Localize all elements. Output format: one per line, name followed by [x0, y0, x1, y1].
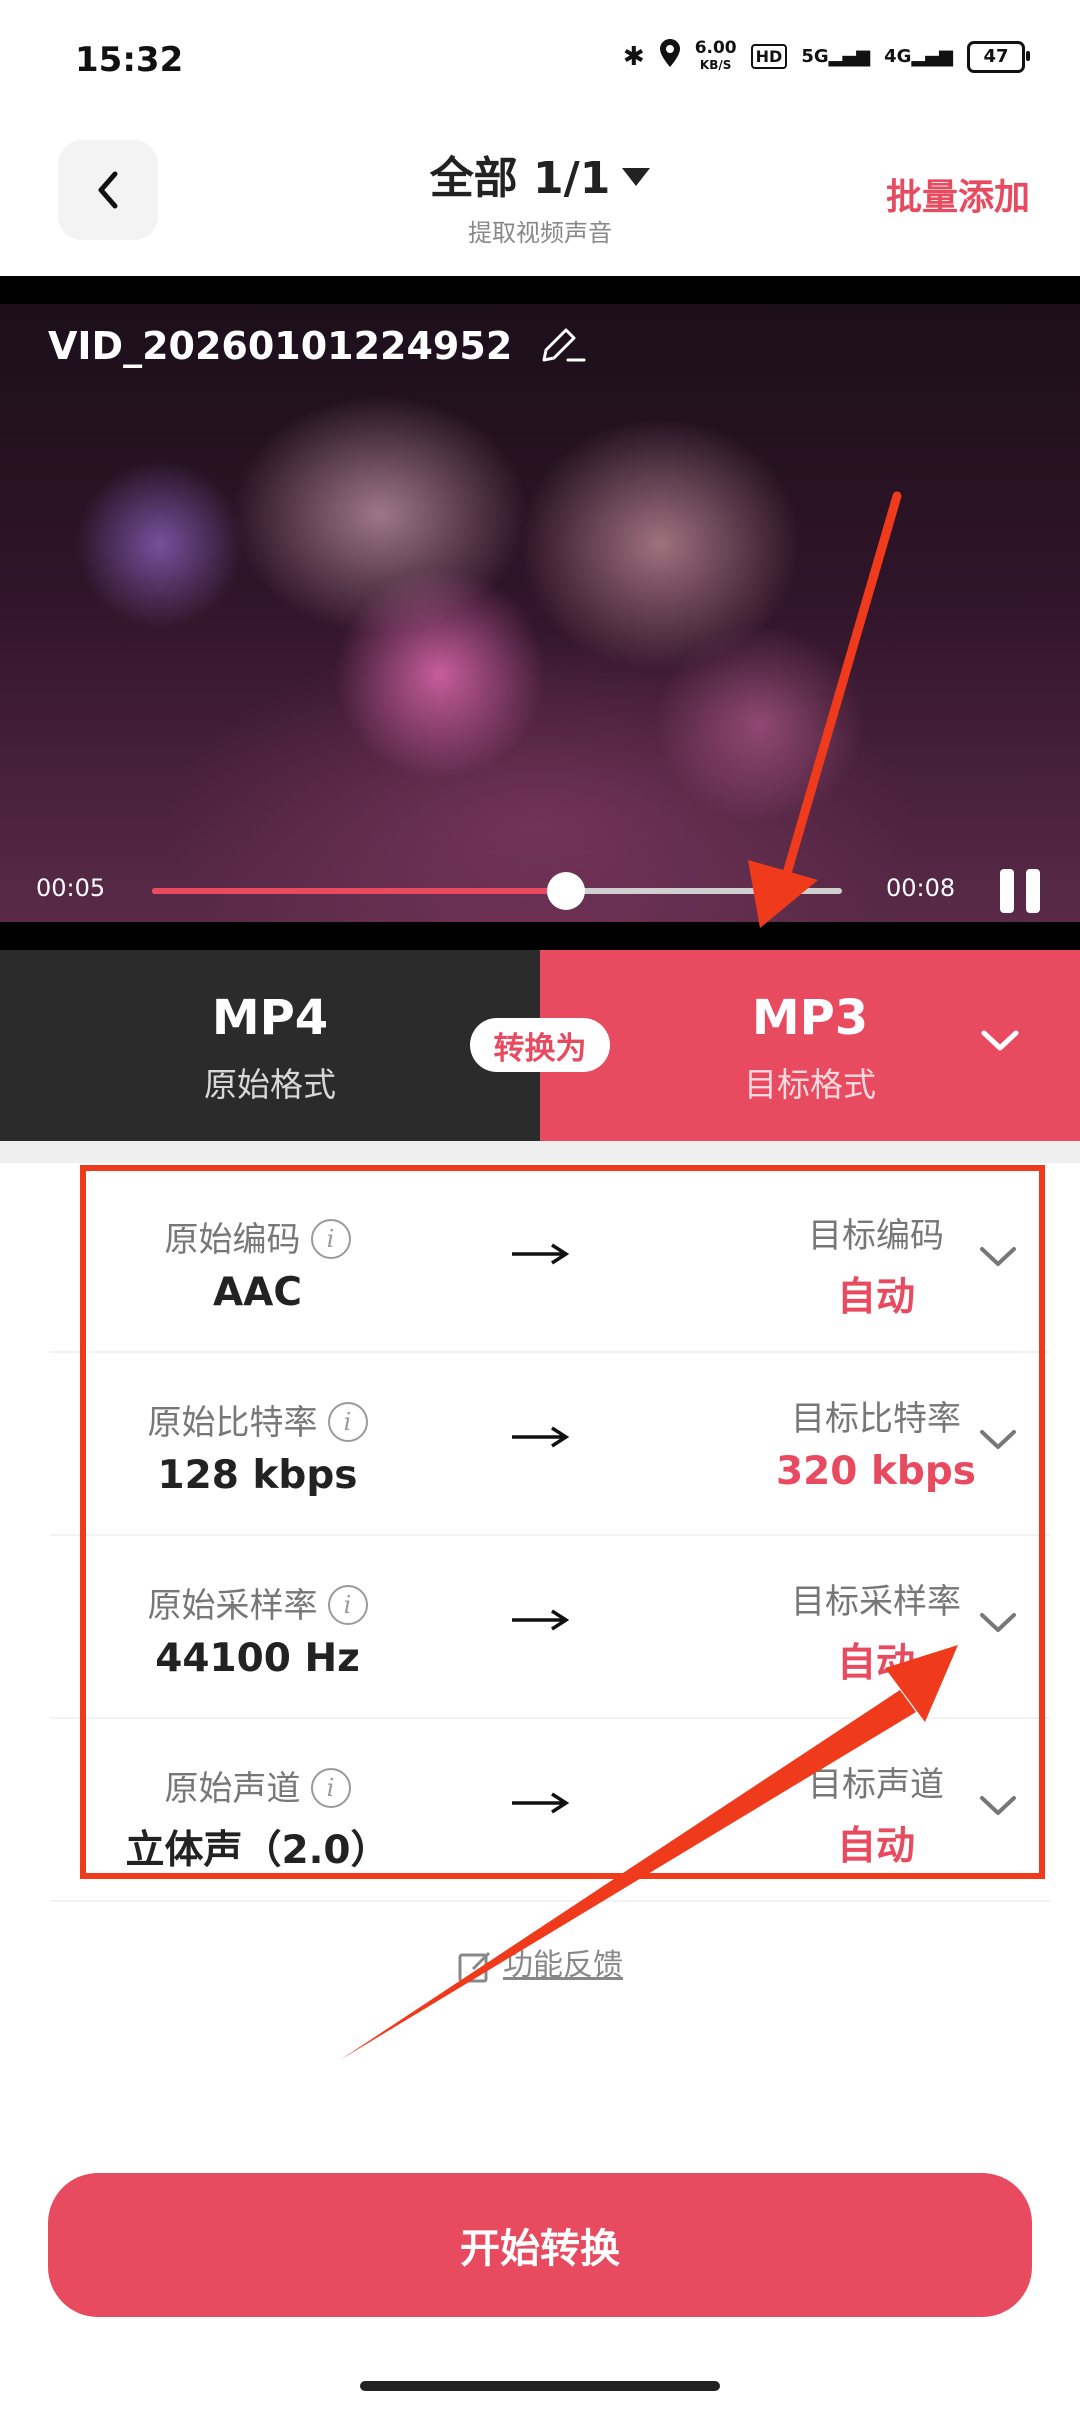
status-time: 15:32	[75, 40, 184, 80]
orig-samplerate-value: 44100 Hz	[155, 1636, 360, 1681]
progress-fill	[152, 888, 566, 894]
signal-4g-icon: 4G▂▄▆	[884, 46, 953, 67]
bluetooth-icon: ✱	[622, 41, 645, 72]
param-row-bitrate[interactable]: 原始比特率 i 128 kbps 目标比特率 320 kbps	[50, 1351, 1050, 1536]
info-icon[interactable]: i	[327, 1401, 368, 1442]
chevron-down-icon[interactable]	[978, 1610, 1018, 1636]
divider	[0, 1141, 1080, 1163]
feedback-link[interactable]: 功能反馈	[0, 1940, 1080, 1985]
chevron-down-icon[interactable]	[978, 1244, 1018, 1270]
arrow-right-icon	[512, 1426, 570, 1448]
source-format-panel: MP4 原始格式	[0, 950, 540, 1141]
signal-5g-icon: 5G▂▄▆	[801, 46, 871, 67]
target-format-selector[interactable]: MP3 目标格式	[540, 950, 1080, 1141]
current-time: 00:05	[36, 874, 106, 902]
target-format-label: 目标格式	[744, 1065, 876, 1104]
video-filename: VID_20260101224952	[48, 324, 588, 368]
arrow-right-icon	[512, 1243, 570, 1265]
target-codec-value: 自动	[836, 1275, 915, 1320]
param-row-channels[interactable]: 原始声道 i 立体声（2.0） 目标声道 自动	[50, 1717, 1050, 1902]
pause-button[interactable]	[995, 869, 1045, 913]
edit-pencil-icon[interactable]	[538, 326, 588, 366]
edit-icon	[458, 1951, 491, 1982]
target-format-name: MP3	[751, 990, 869, 1046]
net-speed: 6.00 KB/S	[694, 37, 737, 72]
batch-add-button[interactable]: 批量添加	[886, 168, 1030, 220]
orig-channels-value: 立体声（2.0）	[125, 1828, 390, 1873]
chevron-down-icon[interactable]	[978, 1793, 1018, 1819]
target-bitrate-value: 320 kbps	[776, 1449, 976, 1494]
arrow-right-icon	[512, 1609, 570, 1631]
convert-to-badge: 转换为	[470, 1018, 610, 1072]
target-samplerate-value: 自动	[836, 1641, 915, 1686]
battery-icon: 47	[967, 40, 1030, 73]
orig-samplerate-label: 原始采样率	[147, 1586, 318, 1626]
param-row-codec[interactable]: 原始编码 i AAC 目标编码 自动	[50, 1168, 1050, 1353]
orig-channels-label: 原始声道	[164, 1769, 301, 1809]
location-icon	[659, 38, 681, 75]
orig-codec-value: AAC	[213, 1270, 302, 1315]
info-icon[interactable]: i	[310, 1218, 351, 1259]
source-format-label: 原始格式	[204, 1065, 336, 1104]
orig-bitrate-label: 原始比特率	[147, 1403, 318, 1443]
source-format-name: MP4	[211, 990, 329, 1046]
video-player[interactable]: VID_20260101224952 00:05 00:08	[0, 276, 1080, 950]
pause-icon	[1000, 869, 1014, 913]
status-icons: ✱ 6.00 KB/S HD 5G▂▄▆ 4G▂▄▆ 47	[622, 37, 1030, 75]
home-indicator[interactable]	[360, 2381, 720, 2391]
info-icon[interactable]: i	[310, 1767, 351, 1808]
hd-badge: HD	[750, 44, 788, 69]
param-row-samplerate[interactable]: 原始采样率 i 44100 Hz 目标采样率 自动	[50, 1534, 1050, 1719]
progress-thumb[interactable]	[547, 872, 585, 910]
target-channels-value: 自动	[836, 1824, 915, 1869]
info-icon[interactable]: i	[327, 1584, 368, 1625]
video-frame	[0, 304, 1080, 922]
chevron-down-icon[interactable]	[978, 1427, 1018, 1453]
start-convert-button[interactable]: 开始转换	[48, 2173, 1032, 2317]
caret-down-icon	[622, 168, 651, 186]
chevron-down-icon	[981, 1030, 1019, 1051]
duration: 00:08	[886, 874, 956, 902]
orig-codec-label: 原始编码	[164, 1220, 301, 1260]
arrow-right-icon	[512, 1792, 570, 1814]
orig-bitrate-value: 128 kbps	[157, 1453, 358, 1498]
